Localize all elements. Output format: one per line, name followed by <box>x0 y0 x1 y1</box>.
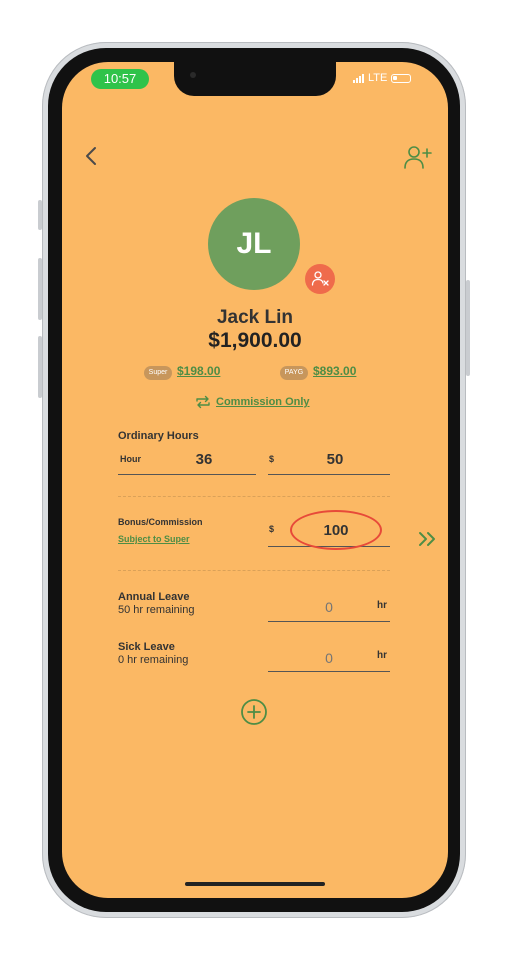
payg-amount-link[interactable]: $893.00 <box>313 364 356 378</box>
hours-input[interactable] <box>180 449 228 469</box>
battery-icon <box>391 73 412 83</box>
annual-leave-underline <box>268 621 390 622</box>
employee-name: Jack Lin <box>216 307 294 328</box>
status-time: 10:57 <box>91 69 149 89</box>
annual-leave-input[interactable] <box>308 598 350 616</box>
sick-leave-underline <box>268 671 390 672</box>
notch <box>174 62 336 96</box>
side-button-mute <box>38 200 42 230</box>
next-button[interactable] <box>417 530 439 548</box>
subject-to-super-link[interactable]: Subject to Super <box>118 534 190 544</box>
sick-leave-remaining: 0 hr remaining <box>118 654 189 666</box>
bonus-title: Bonus/Commission <box>118 517 203 527</box>
sick-leave-input[interactable] <box>308 649 350 667</box>
status-indicators: LTE <box>353 72 412 84</box>
payg-badge: PAYG <box>280 366 308 380</box>
back-button[interactable] <box>82 144 102 168</box>
rate-currency: $ <box>269 454 275 464</box>
app-screen: 10:57 LTE JL Jack Lin $1,900.00 Super $1… <box>62 62 448 898</box>
home-indicator[interactable] <box>185 882 325 886</box>
bonus-input[interactable] <box>308 520 364 540</box>
side-button-power <box>466 280 470 376</box>
rate-input[interactable] <box>310 449 360 469</box>
signal-icon <box>353 73 364 83</box>
add-pay-item-button[interactable] <box>240 698 268 726</box>
pay-type-toggle[interactable]: Commission Only <box>195 395 310 409</box>
annual-leave-title: Annual Leave <box>118 591 190 603</box>
bonus-underline <box>268 546 390 547</box>
add-user-icon <box>404 146 432 169</box>
remove-user-button[interactable] <box>305 264 335 294</box>
bonus-currency: $ <box>269 524 275 534</box>
rate-underline <box>268 474 390 475</box>
plus-circle-icon <box>241 699 267 725</box>
side-button-volume-up <box>38 258 42 320</box>
double-chevron-right-icon <box>419 532 435 546</box>
camera-dot <box>190 72 196 78</box>
super-amount-link[interactable]: $198.00 <box>177 364 220 378</box>
remove-user-icon <box>311 271 329 286</box>
annual-leave-unit: hr <box>377 600 387 611</box>
section-divider-1 <box>118 496 390 497</box>
ordinary-hours-title: Ordinary Hours <box>118 430 199 442</box>
add-user-button[interactable] <box>403 144 433 172</box>
chevron-left-icon <box>86 147 96 165</box>
hour-label: Hour <box>120 454 141 464</box>
side-button-volume-down <box>38 336 42 398</box>
sick-leave-title: Sick Leave <box>118 641 175 653</box>
super-badge: Super <box>144 366 172 380</box>
employee-total: $1,900.00 <box>208 329 302 352</box>
sick-leave-unit: hr <box>377 650 387 661</box>
annual-leave-remaining: 50 hr remaining <box>118 604 195 616</box>
section-divider-2 <box>118 570 390 571</box>
avatar: JL <box>208 198 300 290</box>
pay-type-label: Commission Only <box>216 396 310 408</box>
swap-arrows-icon <box>196 395 210 409</box>
network-label: LTE <box>368 72 388 84</box>
hours-underline <box>118 474 256 475</box>
